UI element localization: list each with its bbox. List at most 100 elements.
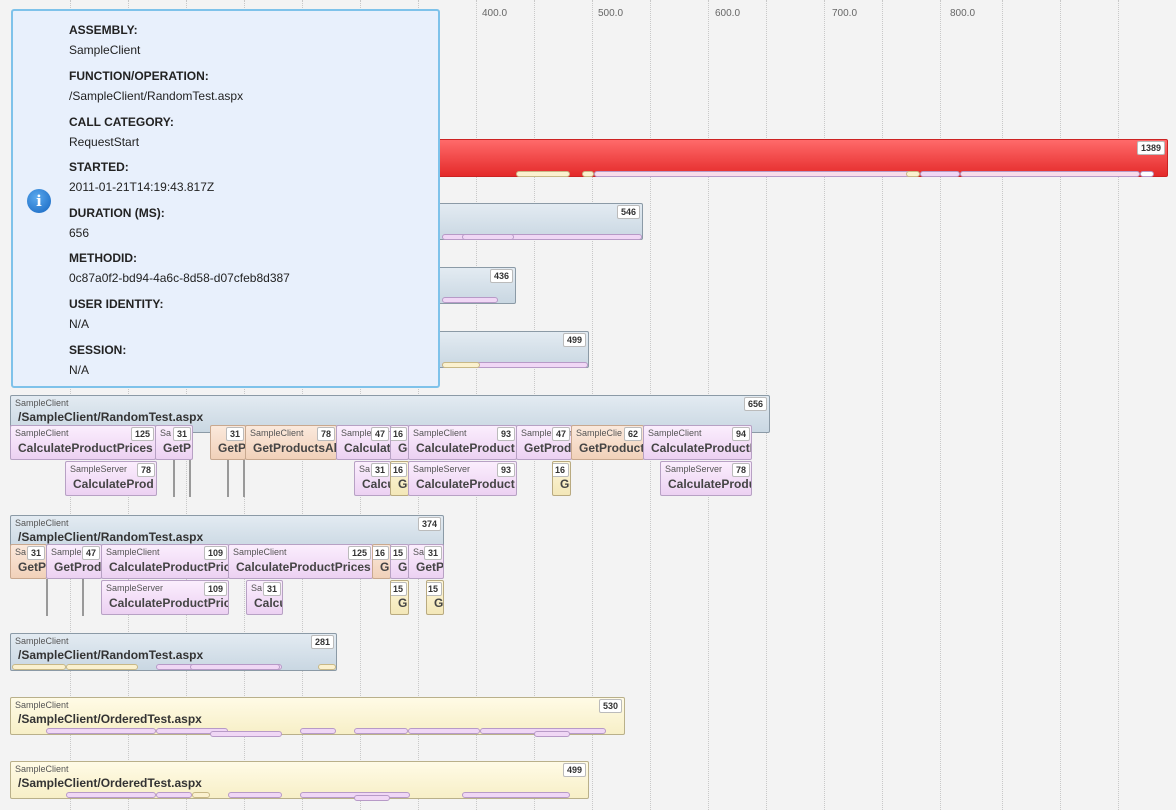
call-stem <box>82 579 84 616</box>
tooltip-field-started: STARTED: 2011-01-21T14:19:43.817Z <box>69 160 214 194</box>
call-block[interactable]: GetP 31 <box>210 425 246 460</box>
call-block[interactable]: G 15 <box>426 580 444 615</box>
call-block[interactable]: SampleClient GetProductsAl 78 <box>245 425 337 460</box>
call-block[interactable]: SampleClient GetProd 47 <box>516 425 572 460</box>
call-block[interactable]: Sa GetP 31 <box>10 544 47 579</box>
tooltip-field-methodid: METHODID: 0c87a0f2-bd94-4a6c-8d58-d07cfe… <box>69 251 290 285</box>
call-block[interactable]: SampleClient CalculateProductPrices 125 <box>10 425 156 460</box>
duration-badge: 93 <box>496 427 515 441</box>
call-block[interactable]: G 16 <box>372 544 391 579</box>
call-marker[interactable] <box>354 728 408 734</box>
call-marker[interactable] <box>594 171 912 177</box>
function-label: CalculateProd <box>73 477 154 491</box>
call-marker[interactable] <box>318 664 336 670</box>
call-block[interactable]: SampleClient Calculat 47 <box>336 425 391 460</box>
field-label: ASSEMBLY: <box>69 23 138 37</box>
function-label: CalculateProductI <box>651 441 752 455</box>
duration-badge: 78 <box>316 427 335 441</box>
call-block[interactable]: SampleClient CalculateProductPrices 125 <box>228 544 373 579</box>
call-marker[interactable] <box>582 171 594 177</box>
call-block[interactable]: SampleServer CalculateProdu 78 <box>660 461 752 496</box>
assembly-label: SampleClient <box>250 428 304 438</box>
call-marker[interactable] <box>192 792 210 798</box>
call-marker[interactable] <box>906 171 920 177</box>
tooltip-field-function: FUNCTION/OPERATION: /SampleClient/Random… <box>69 69 243 103</box>
duration-badge: 94 <box>731 427 750 441</box>
call-block[interactable]: G 15 <box>390 544 409 579</box>
axis-tick: 600.0 <box>715 8 741 19</box>
call-block[interactable]: SampleServer CalculateProd 78 <box>65 461 157 496</box>
call-block[interactable]: G 15 <box>390 580 409 615</box>
duration-badge: 47 <box>370 427 389 441</box>
duration-badge: 16 <box>391 427 407 441</box>
call-marker[interactable] <box>442 297 498 303</box>
assembly-label: SampleClie <box>576 428 623 438</box>
call-block[interactable]: SampleClient CalculateProductI 94 <box>643 425 752 460</box>
call-marker[interactable] <box>462 234 514 240</box>
assembly-label: SampleClient <box>648 428 702 438</box>
call-marker[interactable] <box>210 731 282 737</box>
function-label: CalculateProductPrices <box>18 441 153 455</box>
call-block[interactable]: Sa GetP 31 <box>155 425 193 460</box>
duration-badge: 499 <box>562 333 586 347</box>
assembly-label: Sa <box>359 464 371 474</box>
function-label: Calculat <box>344 441 391 455</box>
call-marker[interactable] <box>516 171 570 177</box>
call-marker[interactable] <box>156 792 192 798</box>
function-label: /SampleClient/RandomTest.aspx <box>18 410 204 424</box>
duration-badge: 31 <box>225 427 244 441</box>
assembly-label: SampleClient <box>15 518 69 528</box>
function-label: /SampleClient/RandomTest.aspx <box>18 648 204 662</box>
call-block[interactable]: Sa Calcu 31 <box>354 461 391 496</box>
call-block[interactable]: Sample GetProd 47 <box>46 544 102 579</box>
assembly-label: SampleServer <box>106 583 164 593</box>
field-label: STARTED: <box>69 160 129 174</box>
call-marker[interactable] <box>190 664 280 670</box>
duration-badge: 16 <box>373 546 389 560</box>
call-block[interactable]: SampleClient CalculateProductPric 109 <box>101 544 229 579</box>
call-marker[interactable] <box>46 728 156 734</box>
call-marker[interactable] <box>442 362 480 368</box>
function-label: G <box>380 560 390 574</box>
assembly-label: SampleServer <box>665 464 723 474</box>
call-block[interactable]: Sa GetP 31 <box>408 544 444 579</box>
call-block[interactable]: Ge 16 <box>390 461 409 496</box>
call-marker[interactable] <box>920 171 960 177</box>
call-marker[interactable] <box>66 792 156 798</box>
call-stem <box>243 460 245 497</box>
call-stem <box>173 460 175 497</box>
field-value: 2011-01-21T14:19:43.817Z <box>69 180 215 194</box>
call-marker[interactable] <box>1140 171 1154 177</box>
function-label: CalculateProdu <box>668 477 752 491</box>
call-block[interactable]: SampleClient CalculateProduct 93 <box>408 425 517 460</box>
call-marker[interactable] <box>300 728 336 734</box>
duration-badge: 31 <box>370 463 389 477</box>
duration-badge: 15 <box>427 582 442 596</box>
call-block[interactable]: Sa Calcu 31 <box>246 580 283 615</box>
tooltip-field-duration: DURATION (MS): 656 <box>69 206 165 240</box>
assembly-label: SampleClient <box>15 636 69 646</box>
field-value: 0c87a0f2-bd94-4a6c-8d58-d07cfeb8d387 <box>69 271 290 285</box>
call-block[interactable]: Ge 16 <box>390 425 409 460</box>
duration-badge: 530 <box>598 699 622 713</box>
call-marker[interactable] <box>534 731 570 737</box>
call-marker[interactable] <box>354 795 390 801</box>
call-marker[interactable] <box>960 171 1140 177</box>
assembly-label: SampleServer <box>413 464 471 474</box>
axis-tick: 700.0 <box>832 8 858 19</box>
call-block[interactable]: SampleClie GetProduct 62 <box>571 425 644 460</box>
call-marker[interactable] <box>228 792 282 798</box>
call-marker[interactable] <box>408 728 480 734</box>
function-label: GetProduct <box>579 441 644 455</box>
duration-badge: 47 <box>81 546 100 560</box>
assembly-label: SampleClient <box>15 700 69 710</box>
duration-badge: 1389 <box>1136 141 1165 155</box>
call-block[interactable]: SampleServer CalculateProductPric 109 <box>101 580 229 615</box>
call-block[interactable]: SampleServer CalculateProduct 93 <box>408 461 517 496</box>
call-block[interactable]: Ge 16 <box>552 461 571 496</box>
call-marker[interactable] <box>462 792 570 798</box>
field-value: 656 <box>69 226 90 240</box>
duration-badge: 78 <box>136 463 155 477</box>
call-marker[interactable] <box>66 664 138 670</box>
call-marker[interactable] <box>12 664 66 670</box>
